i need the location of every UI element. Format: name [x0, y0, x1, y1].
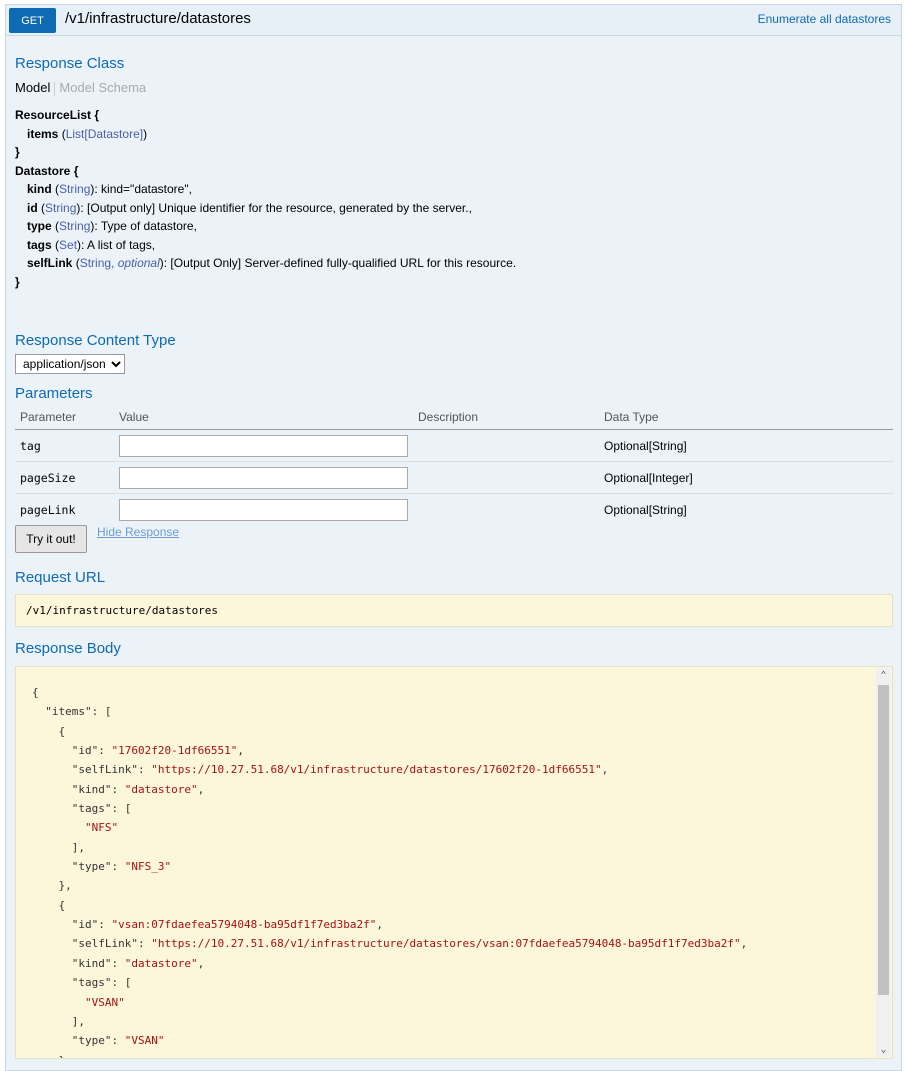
parameter-description [413, 494, 599, 526]
scroll-down-arrow-icon[interactable]: ⌄ [876, 1042, 891, 1057]
model-line: } [15, 274, 20, 289]
scrollbar-thumb[interactable] [878, 685, 889, 995]
scroll-up-arrow-icon[interactable]: ⌃ [876, 668, 891, 683]
hide-response-link[interactable]: Hide Response [97, 525, 179, 539]
endpoint-path[interactable]: /v1/infrastructure/datastores [65, 10, 251, 27]
model-line: Datastore { [15, 163, 79, 178]
response-body-scrollbar[interactable]: ⌃ ⌄ [876, 668, 891, 1057]
page-size-input[interactable] [119, 466, 408, 489]
parameters-title: Parameters [15, 385, 93, 402]
parameter-name: pageSize [15, 461, 114, 494]
tag-input[interactable] [119, 434, 408, 457]
model-line: selfLink (String, optional): [Output Onl… [27, 256, 517, 270]
model-line: ResourceList { [15, 108, 100, 122]
parameters-table: Parameter Value Description Data Type ta… [15, 406, 893, 525]
model-line: id (String): [Output only] Unique identi… [27, 200, 472, 215]
model-line: kind (String): kind="datastore", [27, 182, 192, 196]
request-url-title: Request URL [15, 569, 106, 586]
model-tabs: Model Model Schema [15, 80, 146, 96]
response-body-title: Response Body [15, 640, 121, 657]
parameter-description [413, 429, 599, 462]
model-description: ResourceList { items (List[Datastore]) }… [15, 106, 516, 291]
endpoint-summary-link[interactable]: Enumerate all datastores [758, 12, 891, 26]
request-url-value: /v1/infrastructure/datastores [15, 594, 893, 627]
model-line: } [15, 145, 20, 159]
parameter-name: pageLink [20, 502, 76, 517]
http-method-badge[interactable]: GET [9, 8, 56, 33]
parameter-row: tag Optional[String] [15, 429, 893, 462]
parameter-data-type: Optional[String] [604, 502, 687, 517]
tab-model[interactable]: Model [15, 80, 50, 95]
response-class-title: Response Class [15, 55, 125, 72]
parameter-description [413, 461, 599, 494]
model-line: type (String): Type of datastore, [27, 219, 197, 233]
parameter-row: pageLink Optional[String] [15, 494, 893, 526]
tab-separator [54, 81, 56, 96]
column-header-description: Description [413, 406, 599, 430]
column-header-parameter: Parameter [15, 406, 114, 430]
content-type-select[interactable]: application/json [15, 354, 125, 374]
tab-model-schema[interactable]: Model Schema [59, 80, 146, 95]
operation-heading[interactable]: GET /v1/infrastructure/datastores Enumer… [6, 5, 901, 36]
try-it-out-button[interactable]: Try it out! [15, 525, 87, 553]
parameter-data-type: Optional[String] [599, 429, 893, 462]
parameter-data-type: Optional[Integer] [599, 461, 893, 494]
model-line: tags (Set): A list of tags, [27, 237, 156, 252]
parameters-header-row: Parameter Value Description Data Type [15, 406, 893, 430]
column-header-value: Value [114, 406, 413, 430]
column-header-data-type: Data Type [599, 406, 893, 430]
page-link-input[interactable] [119, 498, 408, 521]
response-content-type-title: Response Content Type [15, 332, 176, 349]
parameter-name: tag [15, 429, 114, 462]
response-body-block[interactable]: { "items": [ { "id": "17602f20-1df66551"… [15, 666, 893, 1059]
parameter-row: pageSize Optional[Integer] [15, 461, 893, 494]
operation-panel: GET /v1/infrastructure/datastores Enumer… [5, 4, 902, 1071]
model-line: items (List[Datastore]) [27, 126, 148, 141]
response-body-code: { "items": [ { "id": "17602f20-1df66551"… [32, 686, 748, 1058]
